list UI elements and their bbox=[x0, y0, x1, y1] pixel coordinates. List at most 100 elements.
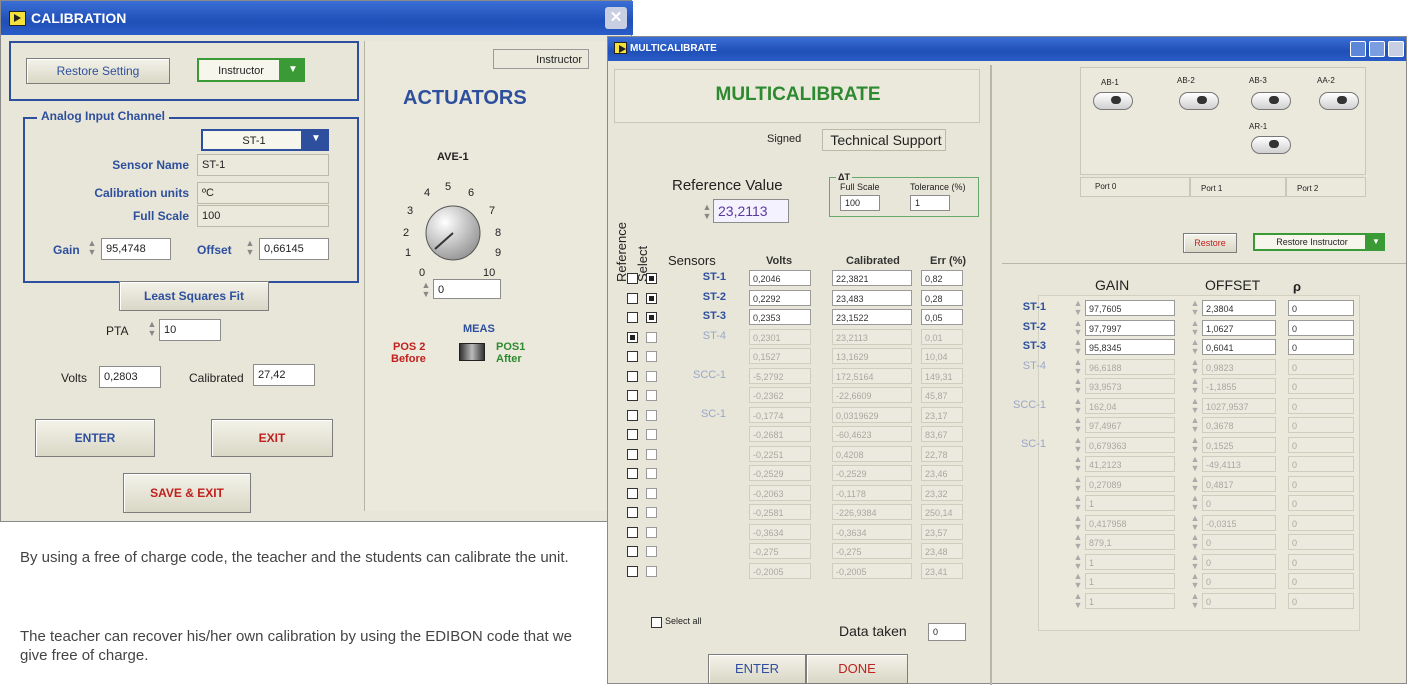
spinner-icon[interactable]: ▲ ▼ bbox=[1073, 299, 1083, 317]
select-checkbox[interactable] bbox=[646, 273, 657, 284]
rho-cell: 0 bbox=[1288, 534, 1354, 550]
offset-cell[interactable]: 1,0627 bbox=[1202, 320, 1276, 336]
spinner-icon[interactable]: ▲ ▼ bbox=[1190, 377, 1200, 395]
spinner-icon[interactable]: ▲ ▼ bbox=[1190, 514, 1200, 532]
spinner-icon[interactable]: ▲ ▼ bbox=[1190, 358, 1200, 376]
restore-setting-button[interactable]: Restore Setting bbox=[26, 58, 170, 84]
spinner-icon[interactable]: ▲ ▼ bbox=[245, 239, 255, 257]
spinner-icon[interactable]: ▲ ▼ bbox=[1073, 553, 1083, 571]
spinner-icon[interactable]: ▲ ▼ bbox=[1073, 572, 1083, 590]
close-icon[interactable] bbox=[1388, 41, 1404, 57]
close-icon[interactable]: ✕ bbox=[605, 7, 627, 29]
spinner-icon[interactable]: ▲ ▼ bbox=[1190, 299, 1200, 317]
sensor-name-field: ST-1 bbox=[197, 154, 329, 176]
rho-cell: 0 bbox=[1288, 378, 1354, 394]
spinner-icon[interactable]: ▲ ▼ bbox=[1190, 319, 1200, 337]
spinner-icon[interactable]: ▲ ▼ bbox=[1073, 397, 1083, 415]
minimize-icon[interactable] bbox=[1350, 41, 1366, 57]
rho-cell[interactable]: 0 bbox=[1288, 339, 1354, 355]
gain-cell: 1 bbox=[1085, 554, 1175, 570]
port-0-tab[interactable]: Port 0 bbox=[1080, 177, 1190, 197]
chevron-down-icon[interactable]: ▼ bbox=[281, 58, 305, 82]
switch-ab3-toggle[interactable] bbox=[1251, 92, 1291, 110]
knob-dial-icon[interactable] bbox=[421, 201, 485, 265]
least-squares-button[interactable]: Least Squares Fit bbox=[119, 281, 269, 311]
at-full-scale-field[interactable]: 100 bbox=[840, 195, 880, 211]
spinner-icon[interactable]: ▲ ▼ bbox=[1073, 494, 1083, 512]
rho-column-header: ρ bbox=[1293, 279, 1302, 294]
channel-dropdown[interactable]: ST-1 bbox=[201, 129, 303, 151]
table-row: ST-1 ▲ ▼ 97,7605 ▲ ▼ 2,3804 0 bbox=[608, 299, 1406, 317]
port-1-tab[interactable]: Port 1 bbox=[1190, 177, 1286, 197]
multicalibrate-heading: MULTICALIBRATE bbox=[715, 84, 881, 105]
user-dropdown[interactable]: Instructor bbox=[197, 58, 281, 82]
spinner-icon[interactable]: ▲ ▼ bbox=[1073, 377, 1083, 395]
sensors-column-header: Sensors bbox=[668, 253, 716, 268]
spinner-icon[interactable]: ▲ ▼ bbox=[1190, 397, 1200, 415]
description-para-1: By using a free of charge code, the teac… bbox=[20, 549, 569, 566]
switch-aa2-toggle[interactable] bbox=[1319, 92, 1359, 110]
chevron-down-icon[interactable]: ▼ bbox=[1367, 233, 1385, 251]
rho-cell[interactable]: 0 bbox=[1288, 300, 1354, 316]
pos-toggle-switch[interactable] bbox=[459, 343, 485, 361]
switch-ab1-toggle[interactable] bbox=[1093, 92, 1133, 110]
ave1-knob[interactable]: 0 1 2 3 4 5 6 7 8 9 10 bbox=[391, 161, 511, 279]
switch-ab2-toggle[interactable] bbox=[1179, 92, 1219, 110]
spinner-icon[interactable]: ▲ ▼ bbox=[1073, 436, 1083, 454]
gain-cell[interactable]: 95,8345 bbox=[1085, 339, 1175, 355]
spinner-icon[interactable]: ▲ ▼ bbox=[1190, 533, 1200, 551]
table-row: SCC-1 ▲ ▼ 162,04 ▲ ▼ 1027,9537 0 bbox=[608, 397, 1406, 415]
spinner-icon[interactable]: ▲ ▼ bbox=[1190, 455, 1200, 473]
spinner-icon[interactable]: ▲ ▼ bbox=[1073, 338, 1083, 356]
spinner-icon[interactable]: ▲ ▼ bbox=[1073, 592, 1083, 610]
spinner-icon[interactable]: ▲ ▼ bbox=[1073, 475, 1083, 493]
rho-cell[interactable]: 0 bbox=[1288, 320, 1354, 336]
reference-checkbox[interactable] bbox=[627, 273, 638, 284]
spinner-icon[interactable]: ▲ ▼ bbox=[421, 281, 431, 299]
spinner-icon[interactable]: ▲ ▼ bbox=[1190, 494, 1200, 512]
spinner-icon[interactable]: ▲ ▼ bbox=[1073, 455, 1083, 473]
done-button[interactable]: DONE bbox=[806, 654, 908, 684]
spinner-icon[interactable]: ▲ ▼ bbox=[1073, 533, 1083, 551]
knob-value-field[interactable]: 0 bbox=[433, 279, 501, 299]
enter-button[interactable]: ENTER bbox=[35, 419, 155, 457]
maximize-icon[interactable] bbox=[1369, 41, 1385, 57]
spinner-icon[interactable]: ▲ ▼ bbox=[1190, 338, 1200, 356]
tolerance-field[interactable]: 1 bbox=[910, 195, 950, 211]
calibrated-label: Calibrated bbox=[189, 371, 244, 385]
restore-instructor-dropdown[interactable]: Restore Instructor bbox=[1253, 233, 1367, 251]
spinner-icon[interactable]: ▲ ▼ bbox=[1073, 358, 1083, 376]
gain-cell[interactable]: 97,7997 bbox=[1085, 320, 1175, 336]
multicalibrate-title: MULTICALIBRATE bbox=[630, 43, 717, 54]
spinner-icon[interactable]: ▲ ▼ bbox=[1190, 416, 1200, 434]
chevron-down-icon[interactable]: ▼ bbox=[303, 129, 329, 151]
gain-cell: 0,27089 bbox=[1085, 476, 1175, 492]
restore-button[interactable]: Restore bbox=[1183, 233, 1237, 253]
spinner-icon[interactable]: ▲ ▼ bbox=[1073, 416, 1083, 434]
spinner-icon[interactable]: ▲ ▼ bbox=[702, 203, 712, 221]
analog-group-label: Analog Input Channel bbox=[37, 109, 169, 123]
spinner-icon[interactable]: ▲ ▼ bbox=[1073, 319, 1083, 337]
reference-value-field[interactable]: 23,2113 bbox=[713, 199, 789, 223]
gain-field[interactable]: 95,4748 bbox=[101, 238, 171, 260]
offset-cell[interactable]: 0,6041 bbox=[1202, 339, 1276, 355]
offset-field[interactable]: 0,66145 bbox=[259, 238, 329, 260]
spinner-icon[interactable]: ▲ ▼ bbox=[1190, 572, 1200, 590]
offset-cell[interactable]: 2,3804 bbox=[1202, 300, 1276, 316]
pta-field[interactable]: 10 bbox=[159, 319, 221, 341]
table-row: ST-3 ▲ ▼ 95,8345 ▲ ▼ 0,6041 0 bbox=[608, 338, 1406, 356]
switch-ar1-toggle[interactable] bbox=[1251, 136, 1291, 154]
save-exit-button[interactable]: SAVE & EXIT bbox=[123, 473, 251, 513]
gain-cell[interactable]: 97,7605 bbox=[1085, 300, 1175, 316]
spinner-icon[interactable]: ▲ ▼ bbox=[1190, 592, 1200, 610]
enter-button[interactable]: ENTER bbox=[708, 654, 806, 684]
spinner-icon[interactable]: ▲ ▼ bbox=[1190, 553, 1200, 571]
spinner-icon[interactable]: ▲ ▼ bbox=[147, 320, 157, 338]
exit-button[interactable]: EXIT bbox=[211, 419, 333, 457]
spinner-icon[interactable]: ▲ ▼ bbox=[1190, 436, 1200, 454]
switch-ar1-label: AR-1 bbox=[1249, 122, 1268, 131]
spinner-icon[interactable]: ▲ ▼ bbox=[87, 239, 97, 257]
spinner-icon[interactable]: ▲ ▼ bbox=[1190, 475, 1200, 493]
spinner-icon[interactable]: ▲ ▼ bbox=[1073, 514, 1083, 532]
port-2-tab[interactable]: Port 2 bbox=[1286, 177, 1366, 197]
